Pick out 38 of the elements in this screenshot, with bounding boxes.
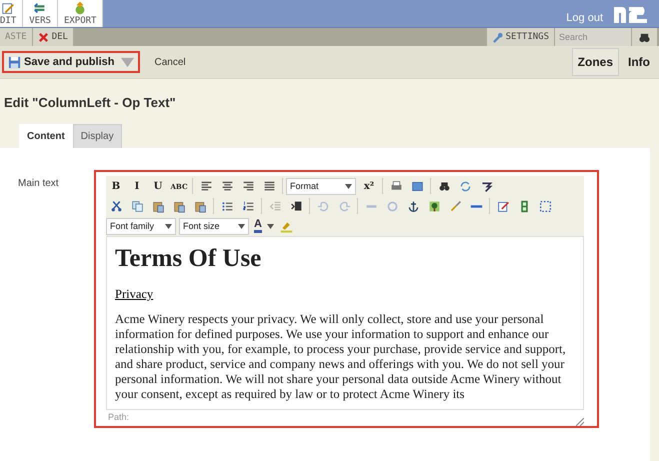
path-label: Path: xyxy=(108,412,130,422)
search-field[interactable]: Search xyxy=(555,28,631,46)
dropdown[interactable]: Font family xyxy=(106,218,176,234)
format-button[interactable]: B xyxy=(106,177,126,195)
format-button[interactable]: I xyxy=(127,177,147,195)
wrench-icon xyxy=(492,32,503,42)
settings-button[interactable]: SETTINGS xyxy=(486,28,554,46)
close-icon xyxy=(38,32,49,42)
rich-text-editor[interactable] xyxy=(94,170,599,428)
privacy-link[interactable]: Privacy xyxy=(115,287,154,301)
toolbar-button[interactable]: DIT xyxy=(0,0,24,27)
pencil-icon xyxy=(0,2,16,16)
cancel-link[interactable]: Cancel xyxy=(154,56,186,68)
paragraph: Acme Winery respects your privacy. We will only collect, store and use your personal information for defined purposes. We use your information to support and enhance our relationship with you, for example, to process your purchase, provide service and support, and share product, service and company news and offerings with you. We do not sell your personal information. We will not share your personal data outside Acme Winery without your consent, except as required by law or to protect Acme Winery its xyxy=(115,312,567,402)
binoculars-icon xyxy=(639,32,650,42)
dropdown[interactable]: Font size xyxy=(179,218,249,234)
format-button[interactable]: x² xyxy=(359,177,379,195)
field-label: Main text xyxy=(18,178,60,191)
tab[interactable]: Display xyxy=(72,124,122,148)
dropdown[interactable]: Format xyxy=(286,178,356,194)
tab[interactable]: Content xyxy=(19,124,73,148)
panel-tab[interactable]: Zones xyxy=(572,48,619,76)
text-color-button[interactable]: A xyxy=(252,219,276,233)
toolbar-button[interactable]: EXPORT xyxy=(58,0,104,27)
search-button[interactable] xyxy=(632,28,657,46)
caret-icon xyxy=(266,224,274,228)
caret-icon xyxy=(238,224,245,228)
resize-grip-icon[interactable] xyxy=(576,418,584,426)
save-button[interactable]: Save and publish xyxy=(2,51,140,73)
format-button[interactable]: U xyxy=(148,177,168,195)
panel-tab[interactable]: Info xyxy=(622,48,656,76)
page-title: Edit "ColumnLeft - Op Text" xyxy=(3,94,177,110)
caret-icon xyxy=(121,56,134,68)
toolbar-button[interactable]: VERS xyxy=(23,0,58,27)
caret-icon xyxy=(345,184,352,188)
caret-icon xyxy=(165,224,172,228)
heading: Terms Of Use xyxy=(115,245,262,273)
action-button[interactable]: DEL xyxy=(32,28,73,46)
